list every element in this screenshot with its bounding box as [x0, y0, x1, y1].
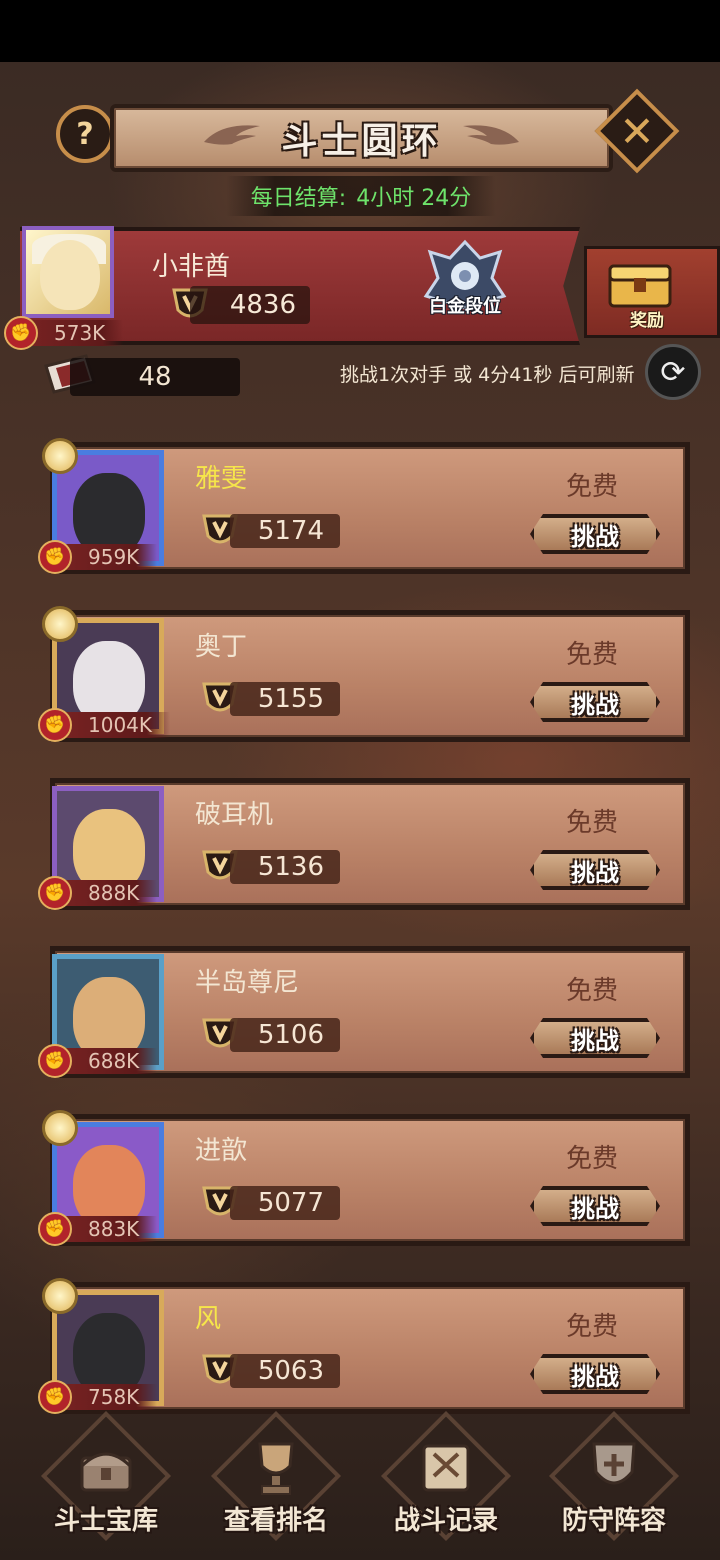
- opponent-score: 5106: [230, 1018, 340, 1052]
- challenge-button[interactable]: 挑战: [530, 1018, 660, 1058]
- reward-label: 奖励: [630, 311, 664, 331]
- refresh-icon: ⟳: [660, 354, 686, 390]
- opponent-score: 5155: [230, 682, 340, 716]
- challenge-button[interactable]: 挑战: [530, 1354, 660, 1394]
- nav-label: 防守阵容: [561, 1506, 666, 1536]
- fist-icon: ✊: [4, 316, 38, 350]
- challenge-button[interactable]: 挑战: [530, 1186, 660, 1226]
- player-score: 4836: [190, 286, 310, 324]
- refresh-hint: 挑战1次对手 或 4分41秒 后可刷新: [340, 364, 635, 386]
- player-power-badge: ✊ 573K: [4, 316, 124, 350]
- question-mark-icon: ?: [76, 116, 94, 152]
- challenge-button[interactable]: 挑战: [530, 850, 660, 890]
- opponent-name: 风: [195, 1304, 222, 1334]
- challenge-cost: 免费: [566, 640, 619, 670]
- opponent-power-badge: ✊ 1004K: [38, 708, 171, 742]
- challenge-button[interactable]: 挑战: [530, 514, 660, 554]
- refresh-button[interactable]: ⟳: [645, 344, 701, 400]
- nav-label: 战斗记录: [393, 1506, 498, 1536]
- opponent-power-badge: ✊ 758K: [38, 1380, 158, 1414]
- opponent-card: ✊ 959K 雅雯 5174 免费 挑战: [30, 432, 700, 582]
- fist-icon: ✊: [38, 876, 72, 910]
- battle-scroll-icon: [422, 1444, 470, 1492]
- help-button[interactable]: ?: [56, 105, 114, 163]
- player-avatar[interactable]: [22, 226, 114, 318]
- player-name: 小非酋: [152, 252, 231, 282]
- opponent-score: 5174: [230, 514, 340, 548]
- nav-defense-lineup[interactable]: 防守阵容: [534, 1410, 694, 1560]
- nav-view-ranking[interactable]: 查看排名: [196, 1410, 356, 1560]
- page-title: 斗士圆环: [281, 121, 442, 162]
- defense-shield-icon: [592, 1442, 636, 1485]
- opponent-power-badge: ✊ 883K: [38, 1212, 158, 1246]
- fist-icon: ✊: [38, 1212, 72, 1246]
- reward-chest-icon: [608, 264, 672, 308]
- fist-icon: ✊: [38, 1044, 72, 1078]
- opponent-power-badge: ✊ 688K: [38, 1044, 158, 1078]
- nav-battle-record[interactable]: 战斗记录: [366, 1410, 526, 1560]
- nav-fighter-vault[interactable]: 斗士宝库: [26, 1410, 186, 1560]
- fist-icon: ✊: [38, 540, 72, 574]
- challenge-cost: 免费: [566, 1144, 619, 1174]
- nav-label: 斗士宝库: [53, 1506, 158, 1536]
- challenge-button[interactable]: 挑战: [530, 682, 660, 722]
- challenge-cost: 免费: [566, 808, 619, 838]
- ticket-count: 48: [70, 358, 240, 396]
- medal-icon: [42, 606, 78, 642]
- wing-ornament-icon: [463, 125, 519, 145]
- opponent-name: 雅雯: [195, 464, 248, 494]
- challenge-cost: 免费: [566, 1312, 619, 1342]
- challenge-cost: 免费: [566, 976, 619, 1006]
- rank-label: 白金段位: [429, 296, 501, 317]
- daily-settlement-label: 每日结算:: [250, 186, 347, 211]
- opponent-name: 破耳机: [195, 800, 274, 830]
- status-bar: [0, 0, 720, 62]
- opponent-card: ✊ 688K 半岛尊尼 5106 免费 挑战: [30, 936, 700, 1086]
- fist-icon: ✊: [38, 708, 72, 742]
- nav-label: 查看排名: [223, 1506, 328, 1536]
- opponent-card: ✊ 1004K 奥丁 5155 免费 挑战: [30, 600, 700, 750]
- close-icon: ✕: [619, 106, 655, 156]
- opponent-card: ✊ 758K 风 5063 免费 挑战: [30, 1272, 700, 1422]
- opponent-score: 5136: [230, 850, 340, 884]
- medal-icon: [42, 1278, 78, 1314]
- daily-settlement: 每日结算: 4小时 24分: [226, 176, 496, 216]
- opponent-power-badge: ✊ 959K: [38, 540, 158, 574]
- daily-settlement-time: 4小时 24分: [356, 186, 472, 211]
- medal-icon: [42, 438, 78, 474]
- wing-ornament-icon: [204, 125, 260, 145]
- opponent-score: 5077: [230, 1186, 340, 1220]
- treasure-chest-icon: [80, 1452, 132, 1492]
- challenge-cost: 免费: [566, 472, 619, 502]
- opponent-score: 5063: [230, 1354, 340, 1388]
- opponent-card: ✊ 888K 破耳机 5136 免费 挑战: [30, 768, 700, 918]
- trophy-cup-icon: [258, 1442, 294, 1495]
- opponent-name: 奥丁: [195, 632, 248, 662]
- opponent-power-badge: ✊ 888K: [38, 876, 158, 910]
- opponent-name: 进歆: [195, 1136, 248, 1166]
- medal-icon: [42, 1110, 78, 1146]
- title-banner: 斗士圆环: [110, 104, 613, 172]
- opponent-name: 半岛尊尼: [195, 968, 300, 998]
- fist-icon: ✊: [38, 1380, 72, 1414]
- opponent-card: ✊ 883K 进歆 5077 免费 挑战: [30, 1104, 700, 1254]
